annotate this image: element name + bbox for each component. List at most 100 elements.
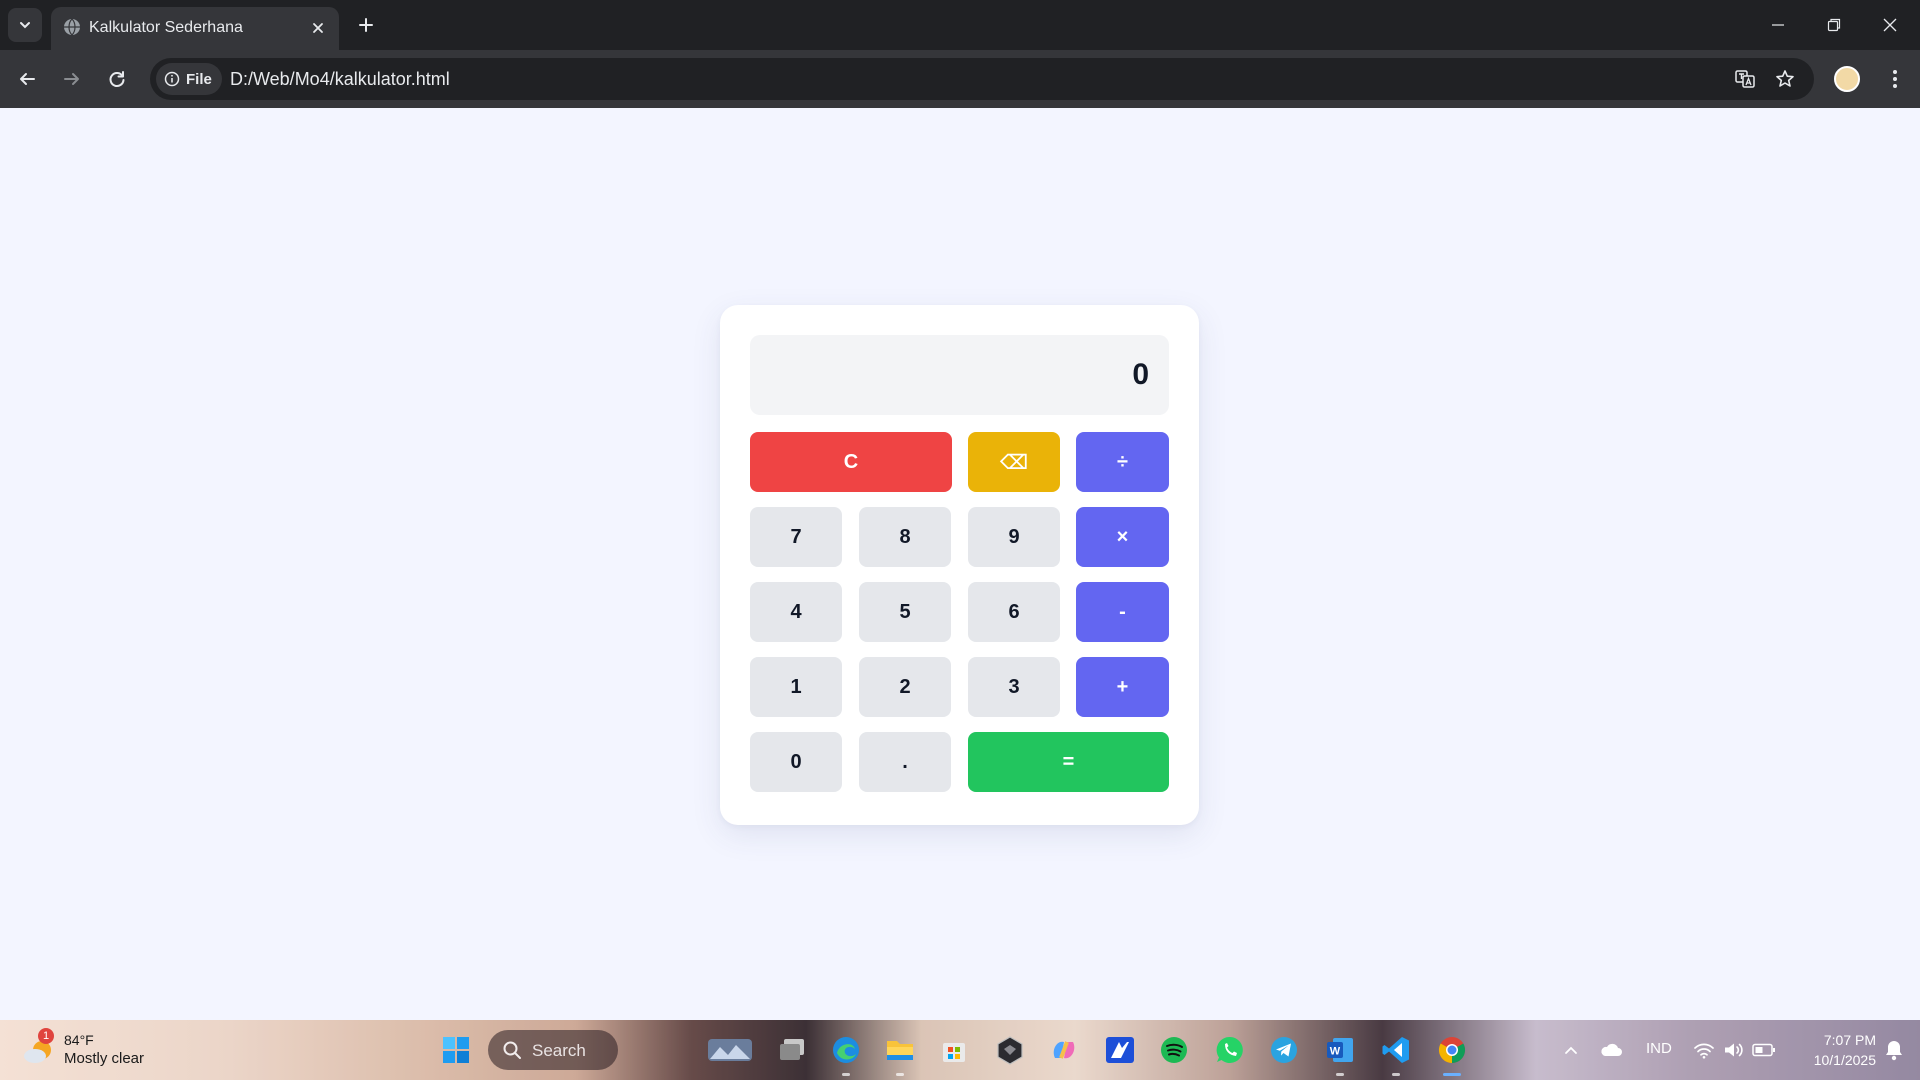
cloud-icon bbox=[1601, 1043, 1622, 1056]
task-view-app[interactable] bbox=[776, 1034, 808, 1066]
decimal-button[interactable]: . bbox=[859, 732, 951, 792]
digit-6-button[interactable]: 6 bbox=[968, 582, 1060, 642]
onedrive-button[interactable] bbox=[1596, 1034, 1626, 1066]
edge-icon bbox=[833, 1037, 859, 1063]
bookmark-button[interactable] bbox=[1772, 66, 1798, 92]
notification-badge: 1 bbox=[38, 1028, 54, 1044]
store-icon bbox=[943, 1043, 965, 1062]
weather-widget[interactable]: 1 84°F Mostly clear bbox=[20, 1028, 180, 1072]
star-icon bbox=[1776, 70, 1794, 87]
site-info-chip[interactable]: File bbox=[156, 63, 222, 95]
notifications-button[interactable] bbox=[1880, 1034, 1908, 1066]
equals-button[interactable]: = bbox=[968, 732, 1169, 792]
digit-8-button[interactable]: 8 bbox=[859, 507, 951, 567]
vscode-app[interactable] bbox=[1380, 1034, 1412, 1066]
plus-icon bbox=[359, 18, 373, 32]
chrome-icon bbox=[1438, 1037, 1466, 1064]
show-hidden-icons-button[interactable] bbox=[1556, 1034, 1586, 1066]
restore-icon bbox=[1827, 18, 1841, 32]
close-icon bbox=[313, 23, 323, 33]
volume-button[interactable] bbox=[1720, 1034, 1748, 1066]
browser-menu-button[interactable] bbox=[1880, 61, 1910, 97]
profile-avatar[interactable] bbox=[1834, 66, 1860, 92]
page-viewport: 0 C ⌫ ÷ 7 8 9 × 4 5 6 - 1 2 3 + 0 . = bbox=[0, 108, 1920, 1020]
chevron-down-icon bbox=[20, 22, 30, 29]
copilot-icon bbox=[1053, 1041, 1075, 1059]
search-icon bbox=[503, 1041, 521, 1059]
forward-button[interactable] bbox=[54, 61, 90, 97]
tab-close-button[interactable] bbox=[307, 17, 329, 39]
calculator-display: 0 bbox=[750, 335, 1169, 415]
browser-tab-strip: Kalkulator Sederhana bbox=[0, 0, 1920, 50]
taskbar-search[interactable]: Search bbox=[488, 1030, 618, 1070]
digit-2-button[interactable]: 2 bbox=[859, 657, 951, 717]
clear-button[interactable]: C bbox=[750, 432, 952, 492]
edge-app[interactable] bbox=[830, 1034, 862, 1066]
chrome-app[interactable] bbox=[1436, 1034, 1468, 1066]
task-view-icon bbox=[780, 1039, 804, 1060]
weather-temp: 84°F bbox=[64, 1032, 94, 1048]
telegram-icon bbox=[1271, 1037, 1297, 1063]
reload-icon bbox=[109, 71, 125, 87]
digit-3-button[interactable]: 3 bbox=[968, 657, 1060, 717]
add-button[interactable]: + bbox=[1076, 657, 1169, 717]
spotify-app[interactable] bbox=[1158, 1034, 1190, 1066]
digit-0-button[interactable]: 0 bbox=[750, 732, 842, 792]
word-app[interactable]: W bbox=[1324, 1034, 1356, 1066]
gallery-app[interactable] bbox=[706, 1034, 754, 1066]
copilot-app[interactable] bbox=[1048, 1034, 1080, 1066]
language-indicator[interactable]: IND bbox=[1646, 1040, 1672, 1057]
reload-button[interactable] bbox=[99, 61, 135, 97]
restore-button[interactable] bbox=[1806, 0, 1862, 50]
telegram-app[interactable] bbox=[1268, 1034, 1300, 1066]
url-text[interactable]: D:/Web/Mo4/kalkulator.html bbox=[230, 69, 450, 89]
spotify-icon bbox=[1161, 1037, 1187, 1063]
minimize-button[interactable] bbox=[1750, 0, 1806, 50]
address-bar[interactable]: File D:/Web/Mo4/kalkulator.html bbox=[150, 58, 1814, 100]
more-vertical-icon bbox=[1893, 70, 1897, 88]
digit-7-button[interactable]: 7 bbox=[750, 507, 842, 567]
taskbar-app[interactable] bbox=[1104, 1034, 1136, 1066]
digit-4-button[interactable]: 4 bbox=[750, 582, 842, 642]
gallery-icon bbox=[708, 1039, 752, 1061]
start-button[interactable] bbox=[440, 1034, 472, 1066]
blue-app-icon bbox=[1106, 1037, 1134, 1063]
clock-date: 10/1/2025 bbox=[1813, 1052, 1876, 1068]
browser-toolbar: File D:/Web/Mo4/kalkulator.html bbox=[0, 50, 1920, 108]
divide-button[interactable]: ÷ bbox=[1076, 432, 1169, 492]
windows-start-icon bbox=[443, 1037, 469, 1063]
word-icon: W bbox=[1327, 1038, 1353, 1062]
subtract-button[interactable]: - bbox=[1076, 582, 1169, 642]
file-explorer-app[interactable] bbox=[884, 1034, 916, 1066]
tab-search-button[interactable] bbox=[8, 8, 42, 42]
volume-icon bbox=[1725, 1043, 1743, 1057]
digit-5-button[interactable]: 5 bbox=[859, 582, 951, 642]
clock-time: 7:07 PM bbox=[1823, 1032, 1876, 1048]
close-window-button[interactable] bbox=[1862, 0, 1918, 50]
battery-button[interactable] bbox=[1750, 1034, 1778, 1066]
taskbar-clock[interactable]: 7:07 PM 10/1/2025 bbox=[1792, 1030, 1876, 1070]
new-tab-button[interactable] bbox=[351, 10, 381, 40]
browser-tab-active[interactable]: Kalkulator Sederhana bbox=[51, 7, 339, 50]
close-icon bbox=[1883, 18, 1897, 32]
tab-title: Kalkulator Sederhana bbox=[89, 19, 243, 36]
digit-9-button[interactable]: 9 bbox=[968, 507, 1060, 567]
taskbar-app[interactable] bbox=[994, 1034, 1026, 1066]
arrow-left-icon bbox=[20, 73, 35, 85]
cube-app-icon bbox=[997, 1036, 1023, 1065]
site-chip-label: File bbox=[186, 70, 212, 88]
calculator-card: 0 C ⌫ ÷ 7 8 9 × 4 5 6 - 1 2 3 + 0 . = bbox=[720, 305, 1199, 825]
multiply-button[interactable]: × bbox=[1076, 507, 1169, 567]
microsoft-store-app[interactable] bbox=[938, 1034, 970, 1066]
whatsapp-app[interactable] bbox=[1214, 1034, 1246, 1066]
backspace-button[interactable]: ⌫ bbox=[968, 432, 1060, 492]
digit-1-button[interactable]: 1 bbox=[750, 657, 842, 717]
translate-button[interactable] bbox=[1732, 66, 1758, 92]
info-icon bbox=[164, 71, 180, 87]
wifi-button[interactable] bbox=[1690, 1034, 1718, 1066]
vscode-icon bbox=[1382, 1037, 1409, 1063]
back-button[interactable] bbox=[9, 61, 45, 97]
weather-description: Mostly clear bbox=[64, 1050, 145, 1067]
globe-icon bbox=[64, 18, 80, 36]
display-value: 0 bbox=[1132, 358, 1149, 391]
